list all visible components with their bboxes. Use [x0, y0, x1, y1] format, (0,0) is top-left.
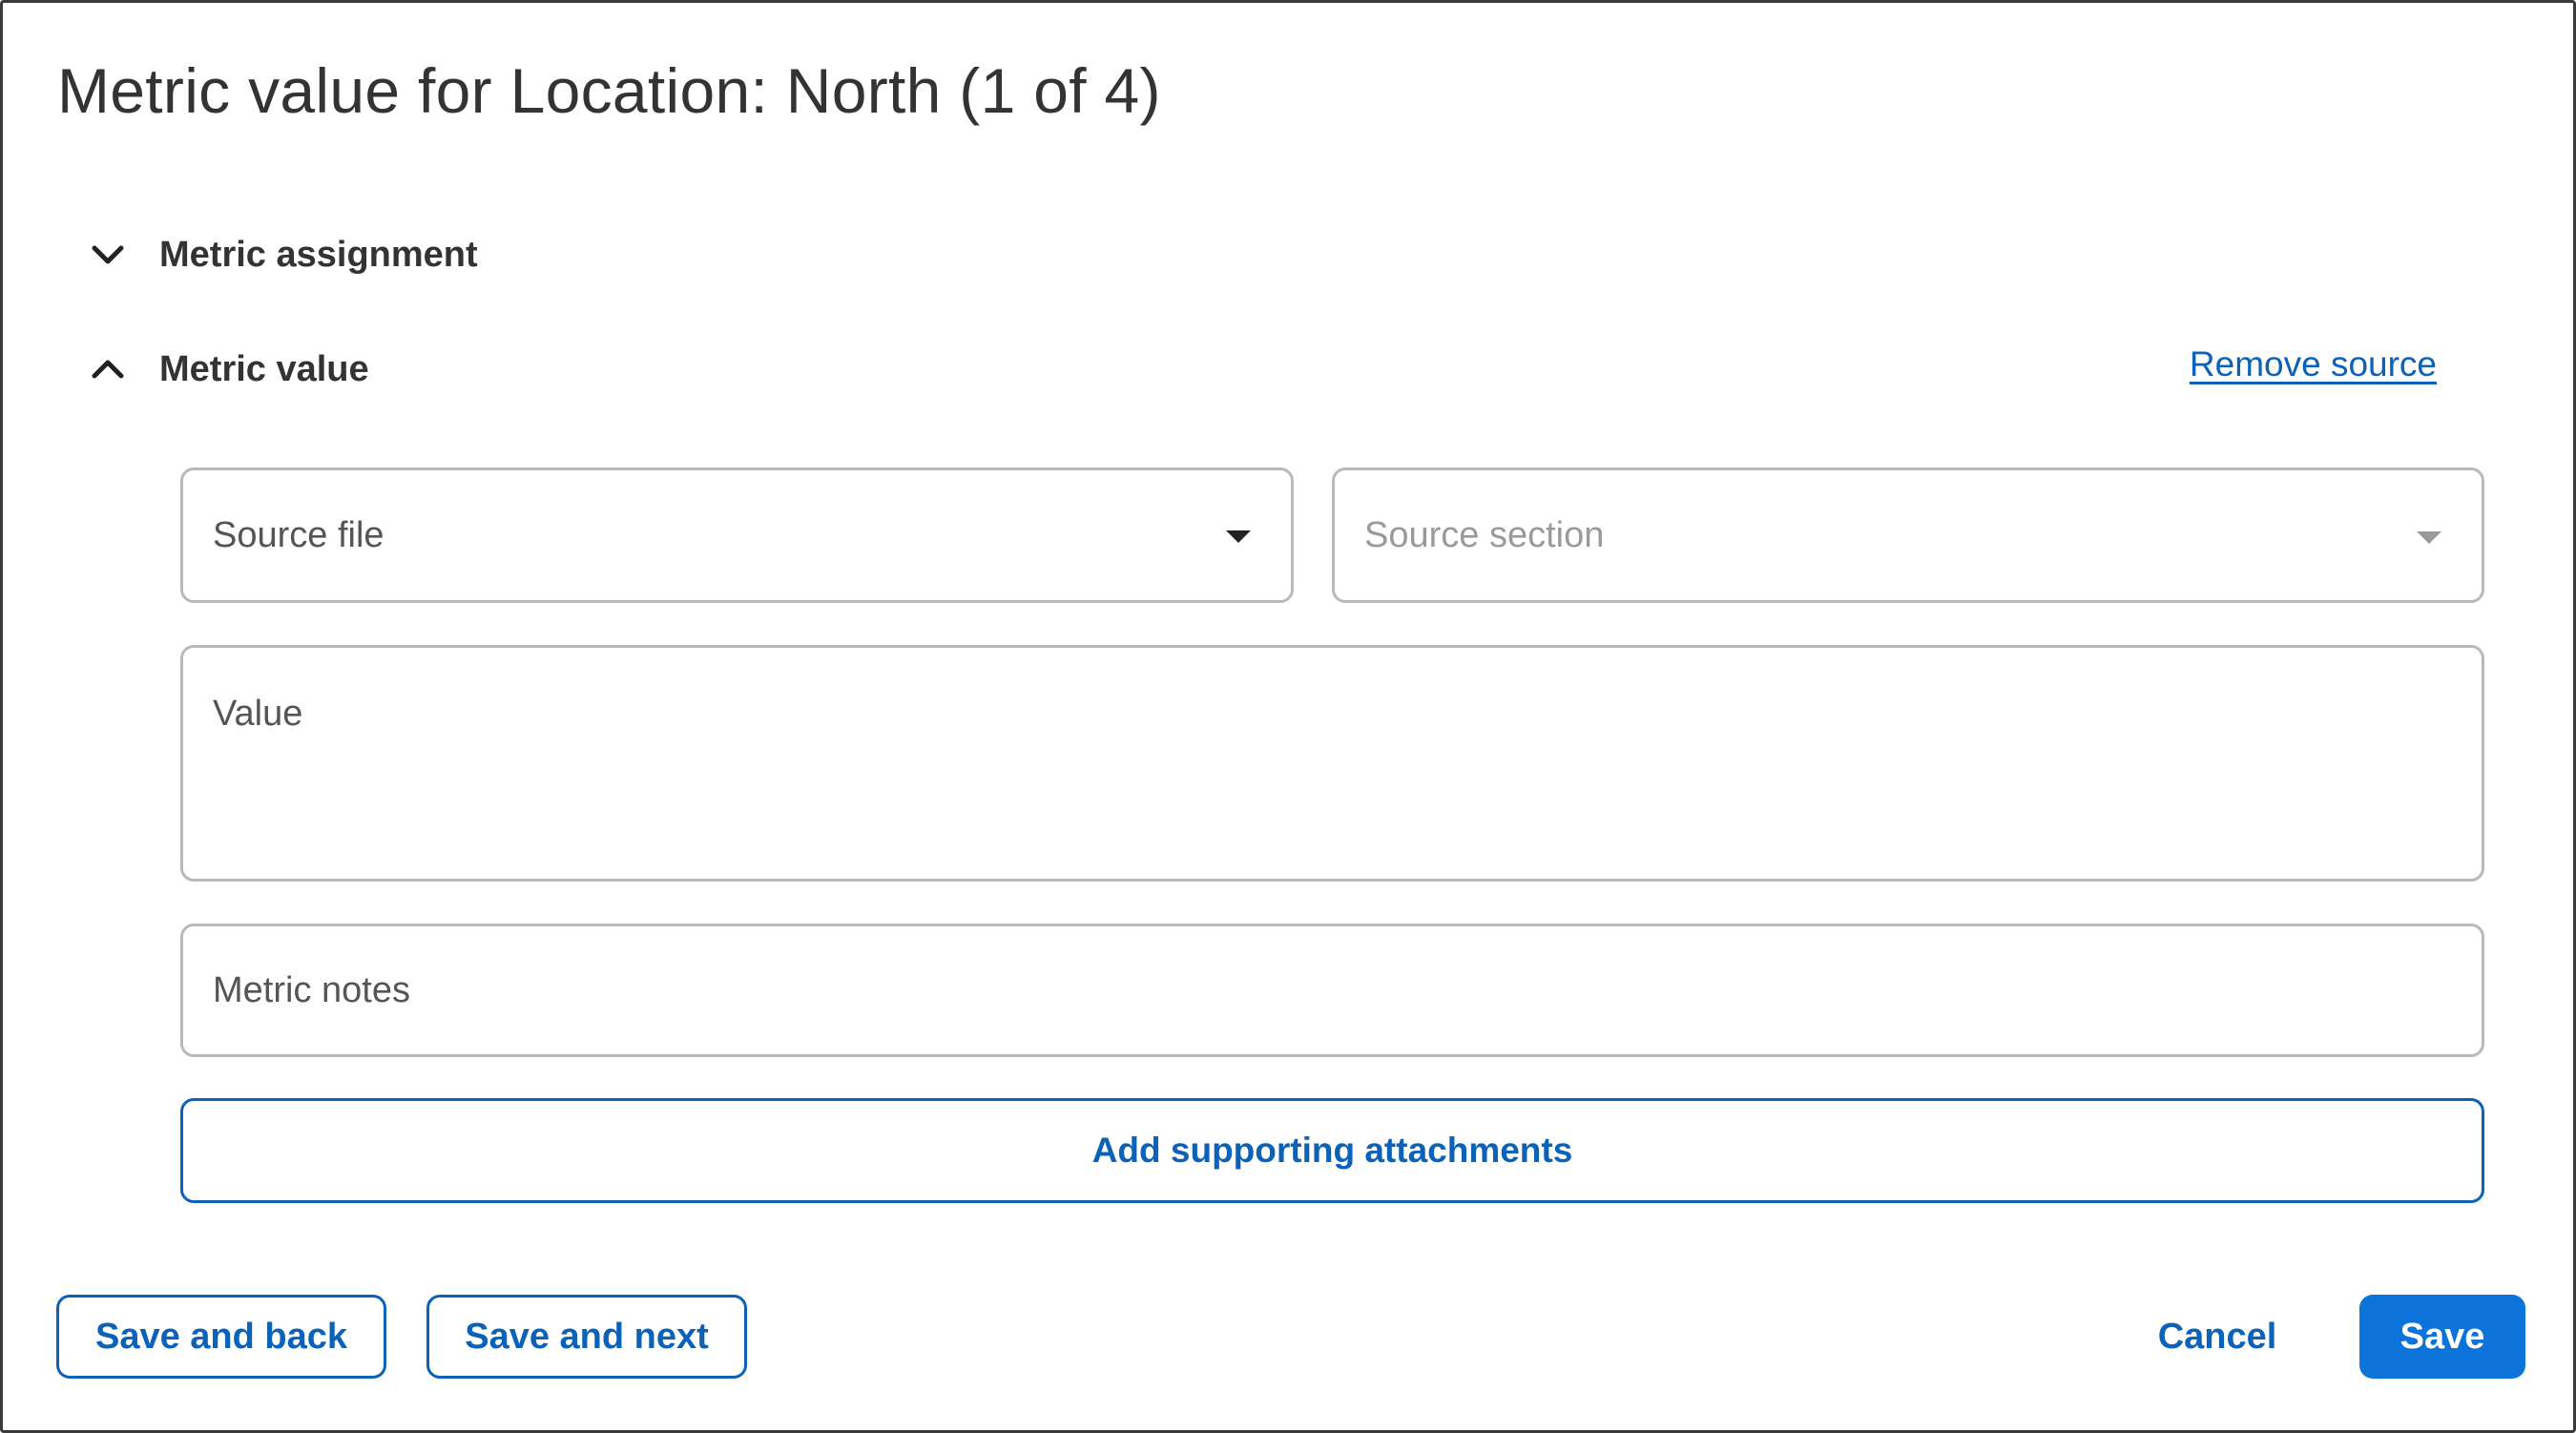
save-and-back-button[interactable]: Save and back [56, 1295, 386, 1379]
metric-notes-placeholder: Metric notes [213, 970, 410, 1010]
chevron-down-icon [87, 234, 129, 276]
value-textarea[interactable]: Value [180, 645, 2484, 882]
dialog-title: Metric value for Location: North (1 of 4… [57, 55, 1161, 126]
chevron-up-icon [87, 348, 129, 390]
save-button[interactable]: Save [2359, 1295, 2525, 1379]
caret-down-icon [2417, 531, 2441, 544]
value-placeholder: Value [213, 694, 303, 734]
source-file-placeholder: Source file [213, 515, 384, 555]
cancel-button[interactable]: Cancel [2136, 1295, 2298, 1379]
section-label: Metric value [159, 348, 369, 389]
source-file-select[interactable]: Source file [180, 467, 1294, 603]
section-label: Metric assignment [159, 234, 478, 275]
source-section-placeholder: Source section [1364, 515, 1605, 555]
metric-value-dialog: Metric value for Location: North (1 of 4… [0, 0, 2576, 1433]
add-supporting-attachments-button[interactable]: Add supporting attachments [180, 1098, 2484, 1203]
save-and-next-button[interactable]: Save and next [426, 1295, 747, 1379]
section-metric-value[interactable]: Metric value [87, 341, 369, 398]
remove-source-link[interactable]: Remove source [2190, 344, 2437, 384]
source-section-select[interactable]: Source section [1332, 467, 2484, 603]
section-metric-assignment[interactable]: Metric assignment [87, 226, 478, 283]
caret-down-icon [1226, 530, 1251, 543]
metric-notes-input[interactable]: Metric notes [180, 924, 2484, 1057]
